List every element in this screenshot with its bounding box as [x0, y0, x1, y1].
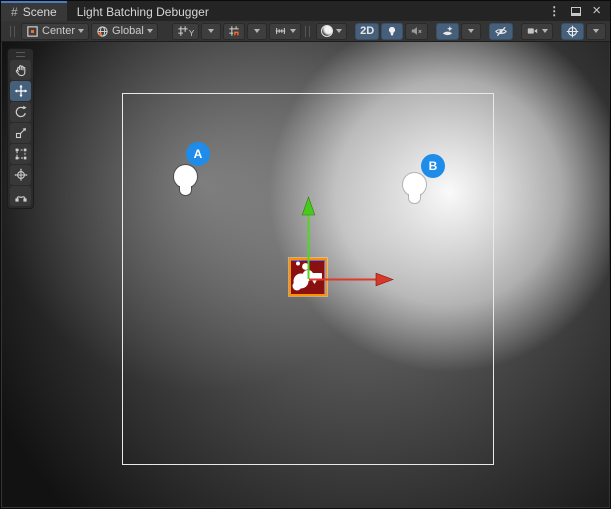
chevron-down-icon	[468, 29, 475, 33]
scene-viewport[interactable]: A B	[2, 42, 609, 507]
view-options-group: 2D	[301, 22, 607, 40]
light-badge-b[interactable]: B	[421, 154, 445, 178]
chevron-down-icon	[336, 29, 343, 33]
scene-visibility-toggle[interactable]	[489, 22, 514, 40]
tab-scene-label: Scene	[22, 5, 57, 19]
audio-toggle[interactable]	[405, 22, 429, 40]
view-hand-tool[interactable]	[10, 60, 31, 80]
chevron-down-icon	[208, 29, 215, 33]
snap-increment-icon	[275, 28, 286, 34]
move-tool[interactable]	[10, 81, 31, 101]
effects-icon	[443, 25, 453, 35]
chevron-down-icon	[593, 29, 600, 33]
chevron-down-icon	[146, 29, 153, 33]
close-icon[interactable]: ×	[592, 3, 601, 18]
grid-snapping-button[interactable]	[223, 22, 246, 40]
chevron-down-icon	[290, 29, 297, 33]
pivot-label: Center	[42, 25, 76, 37]
gizmos-dropdown[interactable]	[586, 22, 607, 40]
grid-snapping-dropdown[interactable]	[247, 22, 268, 40]
transform-settings-group: Center Global	[6, 22, 158, 40]
eye-slash-icon	[495, 26, 508, 36]
light-gizmo-a[interactable]	[173, 164, 198, 196]
toolbar-drag-handle[interactable]	[10, 25, 15, 37]
grid-hash-icon: #	[11, 5, 18, 19]
custom-tool-icon	[14, 196, 27, 202]
shading-sphere-icon	[321, 25, 334, 37]
move-icon	[14, 84, 27, 98]
effects-dropdown[interactable]	[461, 22, 482, 40]
camera-dropdown[interactable]	[521, 22, 554, 40]
rotate-tool[interactable]	[10, 102, 31, 122]
grid-visibility-button[interactable]: Y	[171, 22, 200, 40]
hand-icon	[15, 65, 25, 77]
sprite-cloud-graphic	[292, 261, 322, 291]
grid-snap-icon	[229, 26, 239, 36]
light-badge-a[interactable]: A	[186, 142, 210, 166]
transform-icon	[13, 168, 28, 181]
orientation-label: Global	[112, 25, 144, 37]
unity-scene-window: # Scene Light Batching Debugger ⋮ × Cent…	[0, 0, 611, 509]
orientation-dropdown[interactable]: Global	[91, 22, 158, 40]
gizmo-axis-icon	[566, 25, 579, 37]
custom-editor-tool[interactable]	[10, 186, 31, 206]
grid-snap-group: Y	[171, 22, 302, 40]
chevron-down-icon	[542, 29, 549, 33]
tab-bar: # Scene Light Batching Debugger ⋮ ×	[1, 1, 610, 21]
pivot-dropdown[interactable]: Center	[21, 22, 90, 40]
2d-mode-toggle[interactable]: 2D	[355, 22, 380, 40]
shading-mode-dropdown[interactable]	[316, 22, 348, 40]
light-bulb-icon	[389, 26, 396, 35]
window-menu-icon[interactable]: ⋮	[548, 4, 560, 18]
tab-lbd-label: Light Batching Debugger	[76, 5, 209, 19]
audio-muted-icon	[412, 27, 422, 35]
toolbar-drag-handle[interactable]	[305, 25, 311, 37]
palette-drag-handle[interactable]	[16, 52, 25, 57]
window-controls: ⋮ ×	[548, 1, 610, 21]
globe-icon	[97, 25, 108, 37]
pivot-icon	[27, 25, 38, 37]
light-gizmo-b[interactable]	[402, 172, 427, 204]
rotate-icon	[15, 105, 27, 118]
chevron-down-icon	[254, 29, 261, 33]
2d-label: 2D	[360, 25, 375, 37]
tools-overlay	[7, 48, 34, 209]
camera-icon	[528, 28, 538, 34]
scene-toolbar: Center Global Y 2D	[1, 21, 610, 42]
transform-tool[interactable]	[10, 165, 31, 185]
scale-icon	[15, 128, 26, 139]
scene-lighting-toggle[interactable]	[381, 22, 404, 40]
scale-tool[interactable]	[10, 123, 31, 143]
rect-tool[interactable]	[10, 144, 31, 164]
selected-sprite[interactable]	[289, 258, 327, 296]
grid-axis-letter: Y	[188, 29, 195, 38]
effects-toggle[interactable]	[436, 22, 460, 40]
rect-icon	[15, 148, 26, 160]
grid-visibility-dropdown[interactable]	[201, 22, 222, 40]
chevron-down-icon	[78, 29, 85, 33]
maximize-icon[interactable]	[571, 6, 582, 16]
grid-icon	[178, 26, 188, 36]
tab-scene[interactable]: # Scene	[1, 1, 67, 21]
snap-increment-dropdown[interactable]	[269, 22, 302, 40]
gizmos-toggle[interactable]	[561, 22, 585, 40]
tab-light-batching-debugger[interactable]: Light Batching Debugger	[67, 1, 219, 21]
